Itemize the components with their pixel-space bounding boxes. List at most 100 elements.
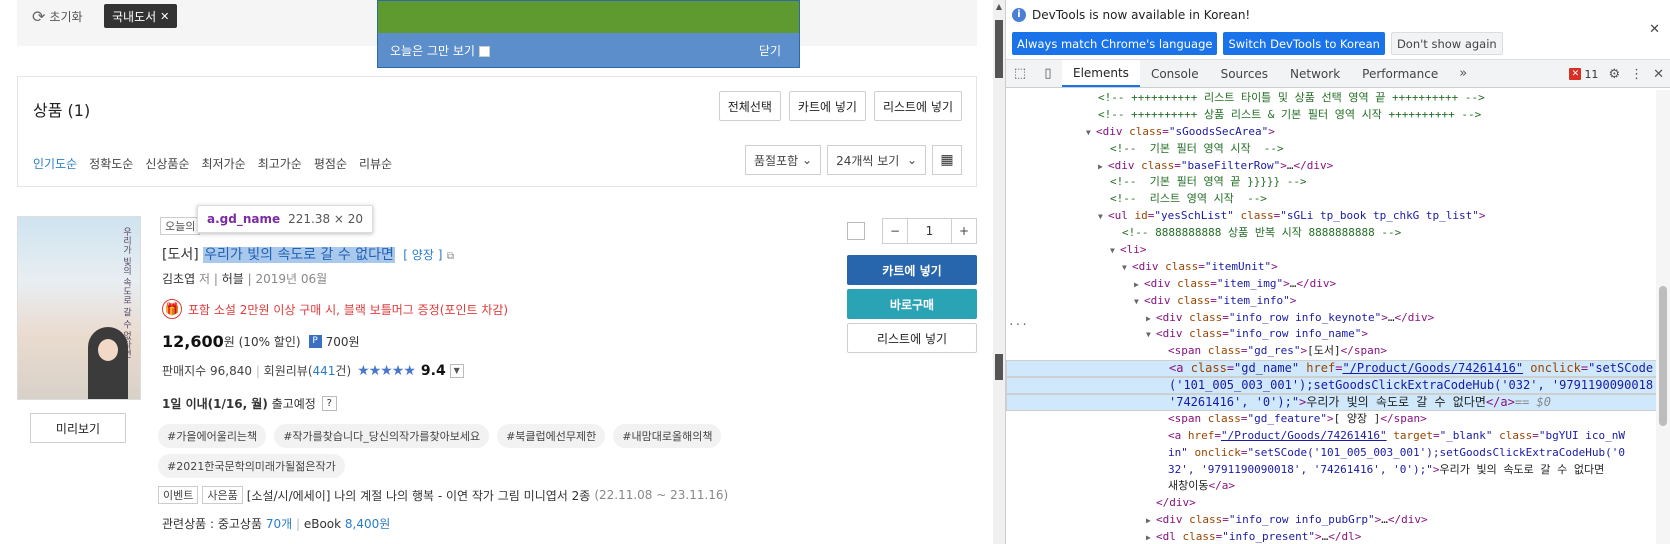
sort-controls: 품절포함 ⌄ 24개씩 보기 ⌄ ▦ — [745, 145, 962, 175]
plus-icon[interactable]: + — [952, 219, 976, 243]
author-link[interactable]: 김초엽 — [162, 272, 195, 286]
new-window-icon[interactable]: ⧉ — [447, 251, 454, 262]
buy-now-button[interactable]: 바로구매 — [847, 289, 977, 319]
add-list-button[interactable]: 리스트에 넣기 — [847, 323, 977, 353]
tree-line[interactable]: ▼ <li> — [1006, 242, 1657, 259]
tree-line[interactable]: ▶ <div class="baseFilterRow">…</div> — [1006, 158, 1657, 175]
soldout-select[interactable]: 품절포함 ⌄ — [745, 145, 822, 175]
tree-line[interactable]: ▼ <div class="item_info"> — [1006, 293, 1657, 310]
book-cover[interactable]: 우리가 빛의 속도로 갈 수 없다면 — [17, 216, 141, 400]
device-toggle-icon[interactable]: ▯ — [1034, 60, 1062, 87]
sort-tab[interactable]: 최고가순 — [258, 155, 302, 172]
gift-row[interactable]: 🎁 포함 소설 2만원 이상 구매 시, 블랙 보틀머그 증정(포인트 차감) — [162, 299, 508, 319]
node-actions-icon[interactable]: ··· — [1008, 318, 1028, 331]
tree-line[interactable]: ▼ <div class="info_row info_name"> — [1006, 326, 1657, 343]
event-text[interactable]: [소설/시/에세이] 나의 계절 나의 행복 - 이연 작가 그림 미니엽서 2… — [247, 487, 591, 504]
tree-line-selected[interactable]: ('101_005_003_001');setGoodsClickExtraCo… — [1006, 377, 1657, 395]
ebook-price-link[interactable]: 8,400원 — [345, 517, 390, 531]
hashtag-chip[interactable]: #내맘대로올해의책 — [613, 424, 722, 448]
hashtag-chip[interactable]: #2021한국문학의미래가될젊은작가 — [158, 454, 345, 478]
tree-line[interactable]: <!-- ++++++++++ 리스트 타이틀 및 상품 선택 영역 끝 +++… — [1006, 90, 1657, 107]
preview-button[interactable]: 미리보기 — [30, 413, 126, 443]
hashtag-chip[interactable]: #가을에어울리는책 — [158, 424, 267, 448]
reset-button[interactable]: ⟳ 초기화 — [32, 5, 83, 27]
tree-line[interactable]: ▶ <div class="info_row info_keynote">…</d… — [1006, 310, 1657, 327]
scroll-up-icon[interactable]: ▲ — [993, 0, 1005, 14]
close-icon[interactable]: ✕ — [1653, 67, 1664, 82]
tree-line[interactable]: <a href="/Product/Goods/74261416" target… — [1006, 428, 1657, 445]
review-label: 회원리뷰( — [263, 364, 313, 378]
tree-line[interactable]: <!-- 기본 필터 영역 끝 }}}}} --> — [1006, 174, 1657, 191]
tree-line[interactable]: ▼ <div class="sGoodsSecArea"> — [1006, 124, 1657, 141]
devtools-tab-sources[interactable]: Sources — [1210, 60, 1279, 87]
book-title-link[interactable]: 우리가 빛의 속도로 갈 수 없다면 — [203, 247, 395, 263]
sort-tab[interactable]: 최저가순 — [202, 155, 246, 172]
publisher-link[interactable]: 허블 — [222, 272, 244, 286]
tree-line[interactable]: ▶ <div class="item_img">…</div> — [1006, 276, 1657, 293]
chevron-down-icon: ⌄ — [798, 153, 813, 167]
more-tabs-icon[interactable]: » — [1449, 60, 1477, 87]
quantity-input[interactable]: 1 — [907, 219, 952, 243]
sort-tab[interactable]: 리뷰순 — [359, 155, 392, 172]
tree-line[interactable]: <span class="gd_res">[도서]</span> — [1006, 343, 1657, 360]
filter-chip[interactable]: 국내도서 ✕ — [104, 4, 178, 28]
tree-line[interactable]: </div> — [1006, 495, 1657, 512]
sort-tab[interactable]: 신상품순 — [145, 155, 189, 172]
hashtag-chip[interactable]: #북클럽에선무제한 — [497, 424, 606, 448]
tree-line[interactable]: ▼ <ul id="yesSchList" class="sGLi tp_book… — [1006, 208, 1657, 225]
event-date: (22.11.08 ~ 23.11.16) — [594, 488, 729, 502]
scroll-thumb-secondary[interactable] — [995, 354, 1003, 380]
tree-line[interactable]: 32', '9791190090018', '74261416', '0');"… — [1006, 462, 1657, 479]
tree-line-selected[interactable]: '74261416', '0');" > 우리가 빛의 속도로 갈 수 없다면 </a… — [1006, 394, 1657, 411]
tree-line[interactable]: ▶ <dl class="info_present">…</dl> — [1006, 529, 1657, 544]
error-badge[interactable]: ✕ 11 — [1569, 68, 1598, 81]
sales-row: 판매지수 96,840 | 회원리뷰(441 건) ★★★★★ 9.4 ▼ — [162, 362, 464, 379]
help-icon[interactable]: ? — [321, 396, 337, 411]
inspect-icon[interactable]: ⬚ — [1006, 60, 1034, 87]
minus-icon[interactable]: − — [883, 219, 907, 243]
dont-show-again-button[interactable]: Don't show again — [1390, 32, 1503, 55]
page-scrollbar[interactable]: ▲ — [993, 0, 1005, 544]
devtools-tab-performance[interactable]: Performance — [1351, 60, 1449, 87]
devtools-scrollbar[interactable] — [1656, 90, 1670, 544]
dont-show-today[interactable]: 오늘은 그만 보기 — [390, 42, 490, 59]
sort-tab[interactable]: 평점순 — [314, 155, 347, 172]
grid-view-icon[interactable]: ▦ — [932, 145, 962, 175]
elements-tree[interactable]: <!-- ++++++++++ 리스트 타이틀 및 상품 선택 영역 끝 +++… — [1006, 90, 1657, 544]
devtools-tab-elements[interactable]: Elements — [1062, 60, 1140, 87]
scroll-thumb[interactable] — [995, 20, 1003, 78]
select-all-button[interactable]: 전체선택 — [718, 91, 781, 121]
sort-tab[interactable]: 인기도순 — [33, 155, 77, 172]
chevron-down-icon[interactable]: ▼ — [449, 363, 464, 378]
devtools-tab-console[interactable]: Console — [1140, 60, 1210, 87]
gear-icon[interactable]: ⚙ — [1608, 67, 1620, 82]
dont-show-checkbox[interactable] — [478, 45, 490, 57]
add-list-all-button[interactable]: 리스트에 넣기 — [873, 91, 962, 121]
devtools-scroll-thumb[interactable] — [1659, 286, 1667, 426]
review-count[interactable]: 441 — [313, 364, 336, 378]
match-language-button[interactable]: Always match Chrome's language — [1012, 32, 1218, 55]
add-cart-button[interactable]: 카트에 넣기 — [847, 255, 977, 285]
used-count-link[interactable]: 70개 — [266, 517, 292, 531]
switch-korean-button[interactable]: Switch DevTools to Korean — [1223, 32, 1385, 55]
kebab-menu-icon[interactable]: ⋮ — [1630, 67, 1643, 82]
tree-line[interactable]: 새창이동</a> — [1006, 478, 1657, 495]
perpage-select[interactable]: 24개씩 보기 ⌄ — [827, 145, 926, 175]
tree-line[interactable]: <!-- 8888888888 상품 반복 시작 8888888888 --> — [1006, 225, 1657, 242]
item-checkbox[interactable] — [847, 222, 865, 240]
tree-line[interactable]: <!-- 기본 필터 영역 시작 --> — [1006, 141, 1657, 158]
hashtag-chip[interactable]: #작가를찾습니다_당신의작가를찾아보세요 — [274, 424, 490, 448]
tree-line[interactable]: in" onclick="setSCode('101_005_003_001')… — [1006, 445, 1657, 462]
close-icon[interactable]: ✕ — [160, 10, 169, 23]
add-cart-all-button[interactable]: 카트에 넣기 — [788, 91, 866, 121]
tree-line-selected[interactable]: <a class = "gd_name" href = "/Product/Goods/… — [1006, 360, 1657, 378]
tree-line[interactable]: ▶ <div class="info_row info_pubGrp">…</di… — [1006, 512, 1657, 529]
tree-line[interactable]: <!-- 리스트 영역 시작 --> — [1006, 191, 1657, 208]
devtools-tab-network[interactable]: Network — [1279, 60, 1351, 87]
popup-close-button[interactable]: 닫기 — [759, 42, 781, 59]
tree-line[interactable]: <span class="gd_feature">[ 양장 ]</span> — [1006, 411, 1657, 428]
tree-line[interactable]: <!-- ++++++++++ 상품 리스트 & 기본 필터 영역 시작 +++… — [1006, 107, 1657, 124]
sort-tab[interactable]: 정확도순 — [89, 155, 133, 172]
tree-line[interactable]: ▼ <div class="itemUnit"> — [1006, 259, 1657, 276]
close-icon[interactable]: ✕ — [1649, 22, 1660, 37]
